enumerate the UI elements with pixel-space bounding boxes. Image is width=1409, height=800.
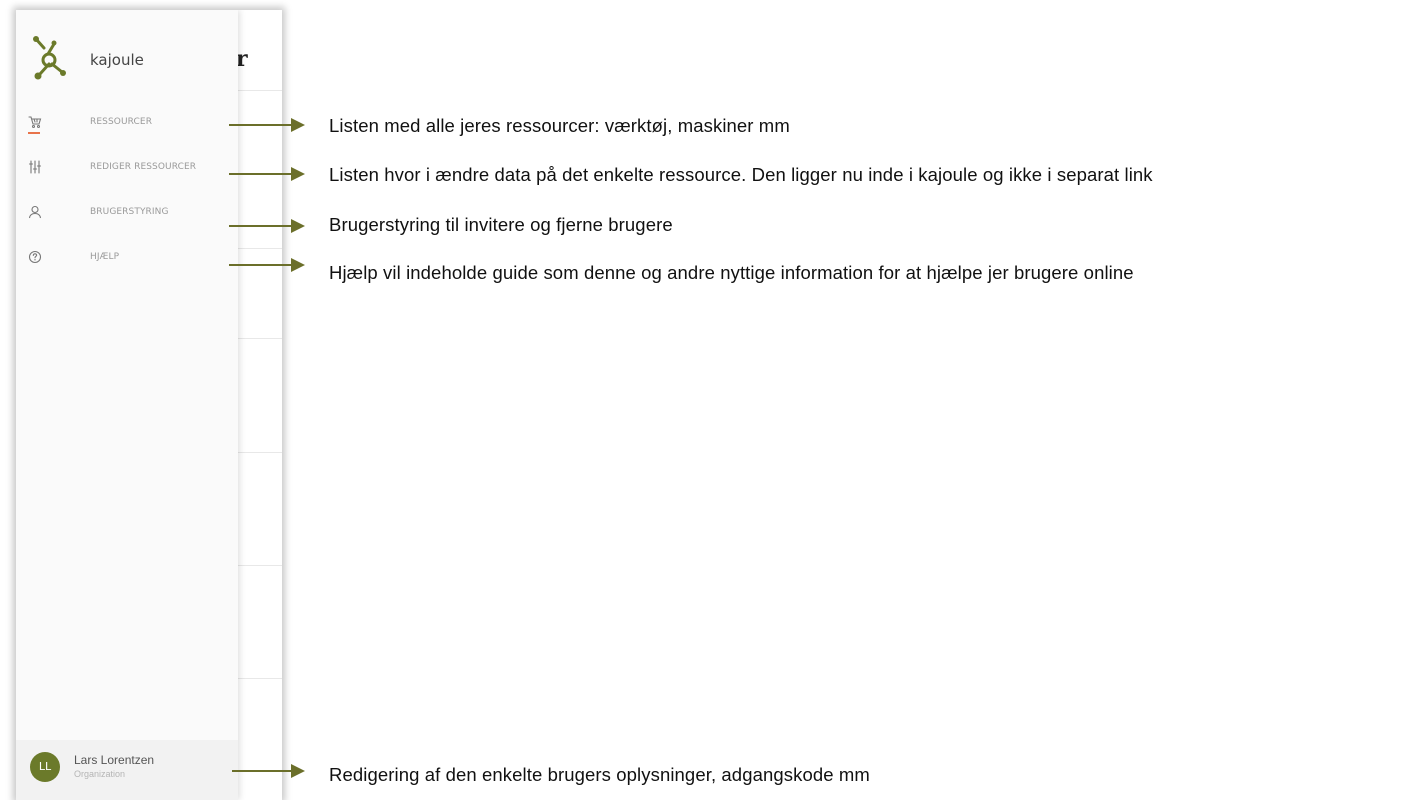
navigation-drawer: kajoule RESSOURCER REDIGER RESSOURCER BR…: [16, 10, 238, 800]
background-divider: [238, 452, 282, 453]
cart-icon: [28, 116, 42, 129]
background-divider: [238, 565, 282, 566]
nav-item-hjaelp[interactable]: HJÆLP: [16, 243, 238, 273]
annotation-text-brugerstyring: Brugerstyring til invitere og fjerne bru…: [329, 214, 673, 235]
annotation-text-hjaelp: Hjælp vil indeholde guide som denne og a…: [329, 262, 1134, 283]
annotation-arrow: [229, 167, 305, 181]
user-profile-row[interactable]: LL Lars Lorentzen Organization: [16, 740, 238, 800]
annotation-text-rediger-ressourcer: Listen hvor i ændre data på det enkelte …: [329, 164, 1153, 185]
avatar: LL: [30, 752, 60, 782]
kajoule-logo-icon: [33, 36, 66, 80]
user-icon: [28, 205, 42, 219]
nav-item-label: BRUGERSTYRING: [90, 207, 169, 217]
annotation-text-ressourcer: Listen med alle jeres ressourcer: værktø…: [329, 115, 790, 136]
background-divider: [238, 678, 282, 679]
nav-item-label: HJÆLP: [90, 252, 120, 262]
nav-item-label: REDIGER RESSOURCER: [90, 162, 197, 172]
background-divider: [238, 248, 282, 249]
help-icon: [28, 250, 42, 264]
brand[interactable]: kajoule: [32, 34, 232, 80]
user-name: Lars Lorentzen: [74, 753, 155, 767]
active-indicator: [28, 132, 40, 134]
nav-item-ressourcer[interactable]: RESSOURCER: [16, 108, 238, 138]
annotation-arrow: [232, 764, 305, 778]
sliders-icon: [28, 160, 42, 174]
nav-item-rediger-ressourcer[interactable]: REDIGER RESSOURCER: [16, 153, 238, 183]
annotation-arrow: [229, 219, 305, 233]
brand-name: kajoule: [90, 51, 144, 69]
annotation-text-user-profile: Redigering af den enkelte brugers oplysn…: [329, 764, 870, 785]
nav-item-brugerstyring[interactable]: BRUGERSTYRING: [16, 198, 238, 228]
annotation-arrow: [229, 118, 305, 132]
user-organization: Organization: [74, 769, 126, 779]
background-divider: [238, 90, 282, 91]
nav-item-label: RESSOURCER: [90, 117, 153, 127]
background-divider: [238, 338, 282, 339]
annotation-arrow: [229, 258, 305, 272]
